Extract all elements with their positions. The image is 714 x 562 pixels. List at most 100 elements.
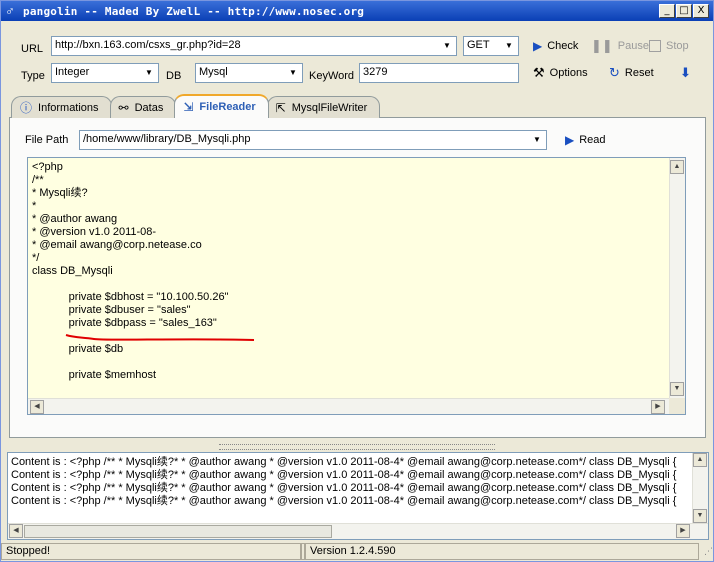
- code-line: private $dbpass = "sales_163": [32, 317, 217, 329]
- db-select[interactable]: Mysql ▼: [195, 63, 303, 83]
- code-line: private $dbhost = "10.100.50.26": [32, 291, 229, 303]
- code-line: private $memhost: [32, 369, 157, 381]
- keyword-input[interactable]: 3279: [359, 63, 519, 83]
- scroll-left-icon[interactable]: ◀: [9, 524, 23, 538]
- log-text: Content is : <?php /** * Mysqli续?* * @au…: [11, 456, 685, 508]
- tab-label: Datas: [134, 101, 164, 114]
- check-label: Check: [547, 40, 579, 52]
- maximize-button[interactable]: □: [676, 4, 692, 18]
- pause-button[interactable]: ❚❚ Pause: [591, 36, 649, 56]
- tab-datas[interactable]: ⚯ Datas: [109, 96, 177, 118]
- log-vertical-scrollbar[interactable]: ▲ ▼: [692, 453, 708, 523]
- chevron-down-icon[interactable]: ▼: [439, 38, 455, 54]
- scroll-thumb[interactable]: [24, 525, 332, 538]
- pause-icon: ❚❚: [591, 38, 613, 53]
- code-line: * Mysqli续?: [32, 187, 88, 199]
- code-line: <?php: [32, 161, 63, 173]
- scroll-left-icon[interactable]: ◀: [30, 400, 44, 414]
- log-line: Content is : <?php /** * Mysqli续?* * @au…: [11, 482, 677, 494]
- code-line: * @version v1.0 2011-08-: [32, 226, 157, 238]
- status-bar: Stopped! Version 1.2.4.590 ⋰: [1, 543, 713, 561]
- stop-button[interactable]: Stop: [649, 36, 689, 56]
- scroll-up-icon[interactable]: ▲: [693, 453, 707, 467]
- pause-label: Pause: [617, 40, 649, 52]
- app-window: ♂ pangolin -- Maded By ZwelL -- http://w…: [0, 0, 714, 562]
- down-arrow-icon: ⬇: [680, 65, 691, 80]
- download-button[interactable]: ⬇: [680, 63, 691, 83]
- log-horizontal-scrollbar[interactable]: ◀ ▶: [8, 523, 708, 539]
- tab-label: MysqlFileWriter: [291, 101, 368, 114]
- type-select[interactable]: Integer ▼: [51, 63, 159, 83]
- version-text: Version 1.2.4.590: [305, 543, 699, 560]
- play-icon: ▶: [565, 133, 575, 147]
- file-path-combobox[interactable]: /home/www/library/DB_Mysqli.php ▼: [79, 130, 547, 150]
- keyword-label: KeyWord: [309, 70, 355, 82]
- check-button[interactable]: ▶ Check: [533, 36, 578, 56]
- log-line: Content is : <?php /** * Mysqli续?* * @au…: [11, 495, 677, 507]
- tab-mysqlfilewriter[interactable]: ⇱ MysqlFileWriter: [266, 96, 381, 118]
- scroll-down-icon[interactable]: ▼: [670, 382, 684, 396]
- code-line: private $dbuser = "sales": [32, 304, 191, 316]
- tab-filereader[interactable]: ⇲ FileReader: [174, 94, 269, 118]
- type-value: Integer: [55, 66, 90, 78]
- method-select[interactable]: GET ▼: [463, 36, 519, 56]
- status-text: Stopped!: [1, 543, 301, 560]
- refresh-icon: ↻: [609, 65, 620, 80]
- log-output[interactable]: Content is : <?php /** * Mysqli续?* * @au…: [7, 452, 709, 540]
- db-value: Mysql: [199, 66, 228, 78]
- chevron-down-icon[interactable]: ▼: [285, 65, 301, 81]
- code-line: private $db: [32, 343, 124, 355]
- play-icon: ▶: [533, 39, 543, 53]
- type-label: Type: [21, 70, 45, 82]
- scroll-down-icon[interactable]: ▼: [693, 509, 707, 523]
- scroll-right-icon[interactable]: ▶: [676, 524, 690, 538]
- title-bar[interactable]: ♂ pangolin -- Maded By ZwelL -- http://w…: [1, 1, 713, 21]
- app-icon: ♂: [5, 3, 15, 18]
- vertical-scrollbar[interactable]: ▲ ▼: [669, 158, 685, 398]
- pane-splitter[interactable]: [219, 444, 495, 450]
- file-path-input[interactable]: /home/www/library/DB_Mysqli.php: [83, 133, 251, 145]
- tab-bar: ⓘ Informations ⚯ Datas ⇲ FileReader ⇱ My…: [11, 94, 381, 118]
- minimize-button[interactable]: _: [659, 4, 675, 18]
- chevron-down-icon[interactable]: ▼: [529, 132, 545, 148]
- stop-label: Stop: [666, 40, 689, 52]
- read-button[interactable]: ▶ Read: [565, 130, 606, 150]
- code-line: class DB_Mysqli: [32, 265, 113, 277]
- db-label: DB: [166, 70, 182, 82]
- tab-label: Informations: [38, 101, 99, 114]
- wrench-icon: ⚒: [533, 65, 545, 80]
- code-line: * @author awang: [32, 213, 118, 225]
- reset-button[interactable]: ↻ Reset: [609, 63, 654, 83]
- chevron-down-icon[interactable]: ▼: [141, 65, 157, 81]
- stop-icon: [649, 40, 661, 52]
- chevron-down-icon[interactable]: ▼: [501, 38, 517, 54]
- file-write-icon: ⇱: [275, 100, 286, 115]
- code-line: */: [32, 252, 40, 264]
- file-read-icon: ⇲: [183, 100, 194, 114]
- url-input[interactable]: http://bxn.163.com/csxs_gr.php?id=28: [55, 39, 241, 51]
- log-line: Content is : <?php /** * Mysqli续?* * @au…: [11, 456, 677, 468]
- tab-informations[interactable]: ⓘ Informations: [11, 96, 112, 118]
- url-combobox[interactable]: http://bxn.163.com/csxs_gr.php?id=28 ▼: [51, 36, 457, 56]
- read-label: Read: [579, 134, 606, 146]
- code-line: *: [32, 200, 37, 212]
- scroll-up-icon[interactable]: ▲: [670, 160, 684, 174]
- file-path-label: File Path: [25, 134, 69, 146]
- close-button[interactable]: X: [693, 4, 709, 18]
- info-icon: ⓘ: [20, 101, 33, 115]
- options-button[interactable]: ⚒ Options: [533, 63, 588, 83]
- scroll-corner: [669, 398, 685, 414]
- options-label: Options: [549, 67, 588, 79]
- reset-label: Reset: [624, 67, 654, 79]
- window-title: pangolin -- Maded By ZwelL -- http://www…: [23, 4, 365, 18]
- code-line: /**: [32, 174, 44, 186]
- file-content-viewer[interactable]: <?php/** * Mysqli续? * * @author awang * @ver…: [27, 157, 686, 415]
- resize-grip-icon[interactable]: ⋰: [699, 543, 713, 561]
- file-content-text[interactable]: <?php/** * Mysqli续? * * @author awang * @ver…: [32, 161, 672, 398]
- window-controls: _ □ X: [659, 4, 709, 18]
- code-line: * @email awang@corp.netease.co: [32, 239, 202, 251]
- method-value: GET: [467, 39, 490, 51]
- horizontal-scrollbar[interactable]: ◀ ▶: [28, 398, 685, 414]
- scroll-right-icon[interactable]: ▶: [651, 400, 665, 414]
